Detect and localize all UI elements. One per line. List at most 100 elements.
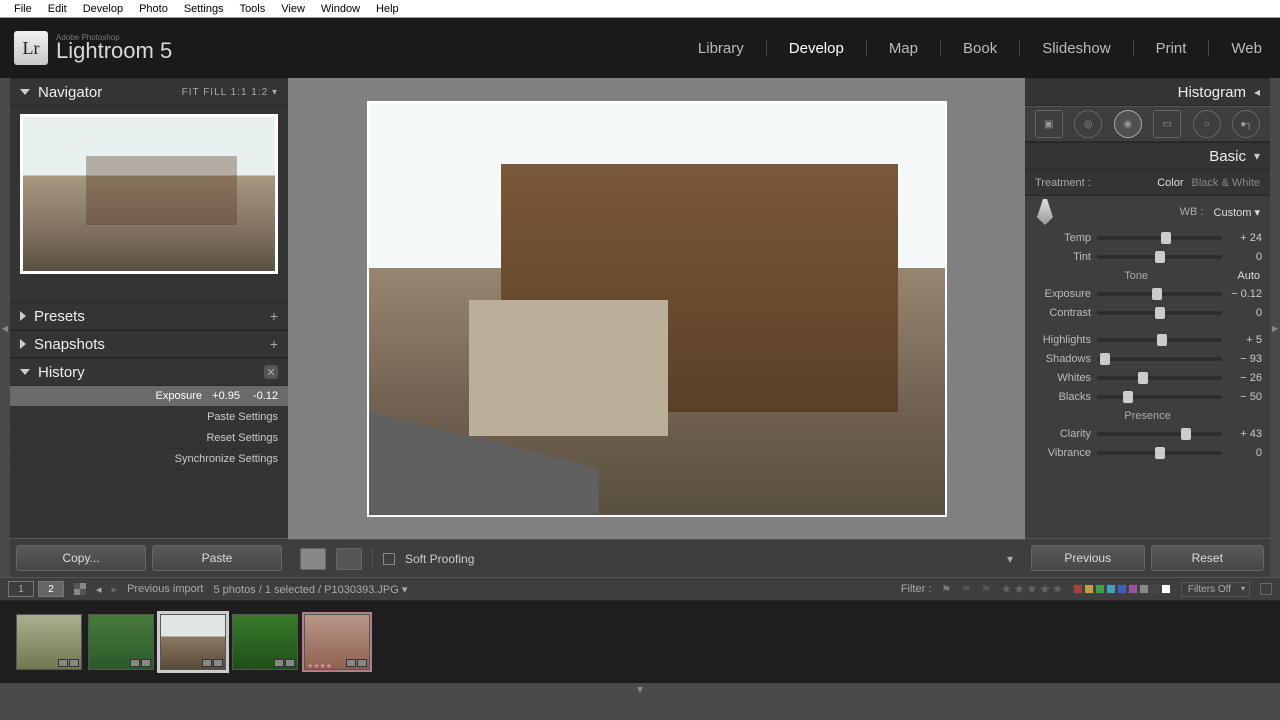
eyedropper-icon[interactable] [1035,199,1055,225]
treatment-bw[interactable]: Black & White [1192,177,1260,189]
color-swatch[interactable] [1095,584,1105,594]
selection-count[interactable]: 5 photos / 1 selected / P1030393.JPG ▾ [213,583,407,596]
monitor-1[interactable]: 1 [8,581,34,597]
histogram-header[interactable]: Histogram ◂ [1025,78,1270,106]
app-header: Lr Adobe Photoshop Lightroom 5 Library D… [0,18,1280,78]
history-header[interactable]: History ✕ [10,358,288,386]
history-item[interactable]: Exposure +0.95 -0.12 [10,386,288,407]
presets-header[interactable]: Presets + [10,302,288,330]
menu-view[interactable]: View [273,3,313,15]
module-library[interactable]: Library [698,40,744,57]
menu-help[interactable]: Help [368,3,407,15]
flag-filter-icon[interactable]: ⚑ [981,583,991,596]
copy-button[interactable]: Copy... [16,545,146,571]
thumb-3[interactable] [160,614,226,670]
clarity-slider[interactable]: Clarity+ 43 [1025,424,1270,443]
whites-slider[interactable]: Whites− 26 [1025,368,1270,387]
color-swatch[interactable] [1161,584,1171,594]
grid-icon[interactable] [74,583,86,595]
left-edge-handle[interactable]: ◂ [0,78,10,577]
adjust-brush-icon[interactable]: ●╮ [1232,110,1260,138]
menu-tools[interactable]: Tools [232,3,274,15]
filmstrip-bar: 1 2 ◂ ▸ Previous import 5 photos / 1 sel… [0,577,1280,601]
shadows-slider[interactable]: Shadows− 93 [1025,349,1270,368]
vibrance-slider[interactable]: Vibrance0 [1025,443,1270,462]
menu-photo[interactable]: Photo [131,3,176,15]
exposure-slider[interactable]: Exposure− 0.12 [1025,284,1270,303]
redeye-tool-icon[interactable]: ◉ [1114,110,1142,138]
menu-file[interactable]: File [6,3,40,15]
color-swatch[interactable] [1139,584,1149,594]
add-preset-icon[interactable]: + [270,308,278,324]
preview-photo[interactable] [367,101,947,517]
monitor-2[interactable]: 2 [38,581,64,597]
basic-title: Basic [1035,148,1246,165]
bottom-edge-handle[interactable]: ▾ [0,683,1280,695]
navigator-header[interactable]: Navigator FIT FILL 1:1 1:2 ▾ [10,78,288,106]
color-swatch[interactable] [1073,584,1083,594]
auto-tone-button[interactable]: Auto [1237,270,1260,282]
thumb-5[interactable] [304,614,370,670]
navigator-thumbnail[interactable] [20,114,278,274]
history-item[interactable]: Paste Settings [10,407,288,428]
module-develop[interactable]: Develop [789,40,844,57]
module-book[interactable]: Book [963,40,997,57]
snapshots-header[interactable]: Snapshots + [10,330,288,358]
blacks-slider[interactable]: Blacks− 50 [1025,387,1270,406]
compare-view-button[interactable] [336,548,362,570]
highlights-slider[interactable]: Highlights+ 5 [1025,330,1270,349]
history-item[interactable]: Reset Settings [10,428,288,449]
color-swatch[interactable] [1117,584,1127,594]
color-swatch[interactable] [1106,584,1116,594]
color-swatch[interactable] [1150,584,1160,594]
right-edge-handle[interactable]: ▸ [1270,78,1280,577]
canvas-wrap [288,78,1025,539]
thumb-1[interactable] [16,614,82,670]
app-logo-icon: Lr [14,31,48,65]
reset-button[interactable]: Reset [1151,545,1265,571]
soft-proofing-checkbox[interactable] [383,553,395,565]
module-map[interactable]: Map [889,40,918,57]
center-canvas: Soft Proofing ▾ [288,78,1025,577]
app-name-label: Lightroom 5 [56,38,172,63]
nav-fwd-icon[interactable]: ▸ [112,583,118,596]
filter-lock-icon[interactable] [1260,583,1272,595]
menu-edit[interactable]: Edit [40,3,75,15]
navigator-zoom-options[interactable]: FIT FILL 1:1 1:2 ▾ [182,87,278,98]
toolbar-options-icon[interactable]: ▾ [1007,552,1013,566]
paste-button[interactable]: Paste [152,545,282,571]
spot-tool-icon[interactable]: ◎ [1074,110,1102,138]
thumb-2[interactable] [88,614,154,670]
filters-dropdown[interactable]: Filters Off [1181,582,1250,597]
tint-slider[interactable]: Tint0 [1025,247,1270,266]
menu-window[interactable]: Window [313,3,368,15]
filmstrip [0,601,1280,683]
menu-develop[interactable]: Develop [75,3,131,15]
treatment-color[interactable]: Color [1157,177,1183,189]
contrast-slider[interactable]: Contrast0 [1025,303,1270,322]
crop-tool-icon[interactable]: ▣ [1035,110,1063,138]
module-slideshow[interactable]: Slideshow [1042,40,1110,57]
flag-filter-icon[interactable]: ⚑ [941,583,951,596]
basic-header[interactable]: Basic ▾ [1025,142,1270,170]
nav-back-icon[interactable]: ◂ [96,583,102,596]
add-snapshot-icon[interactable]: + [270,336,278,352]
temp-slider[interactable]: Temp+ 24 [1025,228,1270,247]
menu-settings[interactable]: Settings [176,3,232,15]
flag-filter-icon[interactable]: ⚑ [961,583,971,596]
color-label-filter[interactable] [1073,584,1171,594]
module-print[interactable]: Print [1156,40,1187,57]
radial-filter-icon[interactable]: ○ [1193,110,1221,138]
history-item[interactable]: Synchronize Settings [10,449,288,470]
loupe-view-button[interactable] [300,548,326,570]
color-swatch[interactable] [1084,584,1094,594]
thumb-4[interactable] [232,614,298,670]
previous-button[interactable]: Previous [1031,545,1145,571]
module-web[interactable]: Web [1231,40,1262,57]
rating-filter[interactable]: ★★★★★ [1001,582,1063,596]
grad-filter-icon[interactable]: ▭ [1153,110,1181,138]
source-label[interactable]: Previous import [127,583,203,595]
clear-history-icon[interactable]: ✕ [264,365,278,379]
wb-dropdown[interactable]: Custom ▾ [1214,206,1260,219]
color-swatch[interactable] [1128,584,1138,594]
